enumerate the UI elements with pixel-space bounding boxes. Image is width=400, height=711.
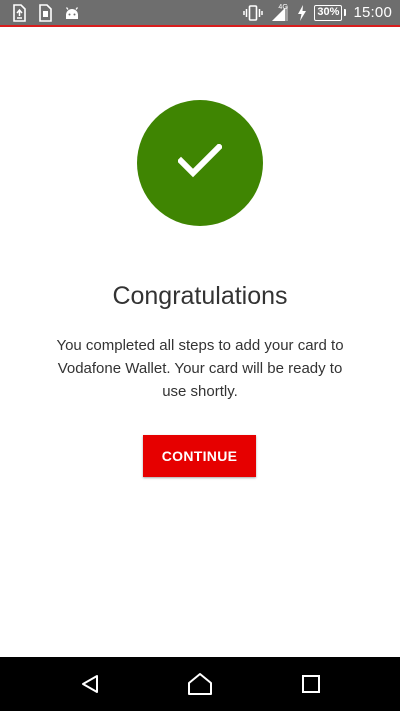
signal-icon: 4G (270, 3, 290, 23)
network-type-label: 4G (278, 3, 288, 11)
home-icon[interactable] (187, 671, 213, 697)
page-title: Congratulations (112, 282, 288, 310)
success-badge (137, 100, 263, 226)
vibrate-icon (243, 3, 264, 23)
status-bar-system: 4G 30% 15:00 (243, 0, 392, 25)
battery-level: 30% (314, 4, 343, 21)
battery-icon: 30% (314, 3, 347, 23)
checkmark-icon (176, 142, 224, 183)
continue-button[interactable]: CONTINUE (143, 435, 256, 477)
sim-card-icon (38, 3, 52, 23)
sim-update-icon (12, 3, 26, 23)
navigation-bar (0, 657, 400, 711)
status-bar-notifications (12, 0, 80, 25)
screen: 4G 30% 15:00 Congratulations You complet… (0, 0, 400, 711)
charging-icon (297, 3, 307, 23)
android-robot-icon (64, 3, 80, 23)
confirmation-message: You completed all steps to add your card… (56, 337, 344, 400)
status-bar-time: 15:00 (353, 4, 392, 21)
back-icon[interactable] (77, 671, 103, 697)
confirmation-content: Congratulations You completed all steps … (0, 29, 400, 657)
status-bar: 4G 30% 15:00 (0, 0, 400, 27)
recent-apps-icon[interactable] (298, 671, 324, 697)
